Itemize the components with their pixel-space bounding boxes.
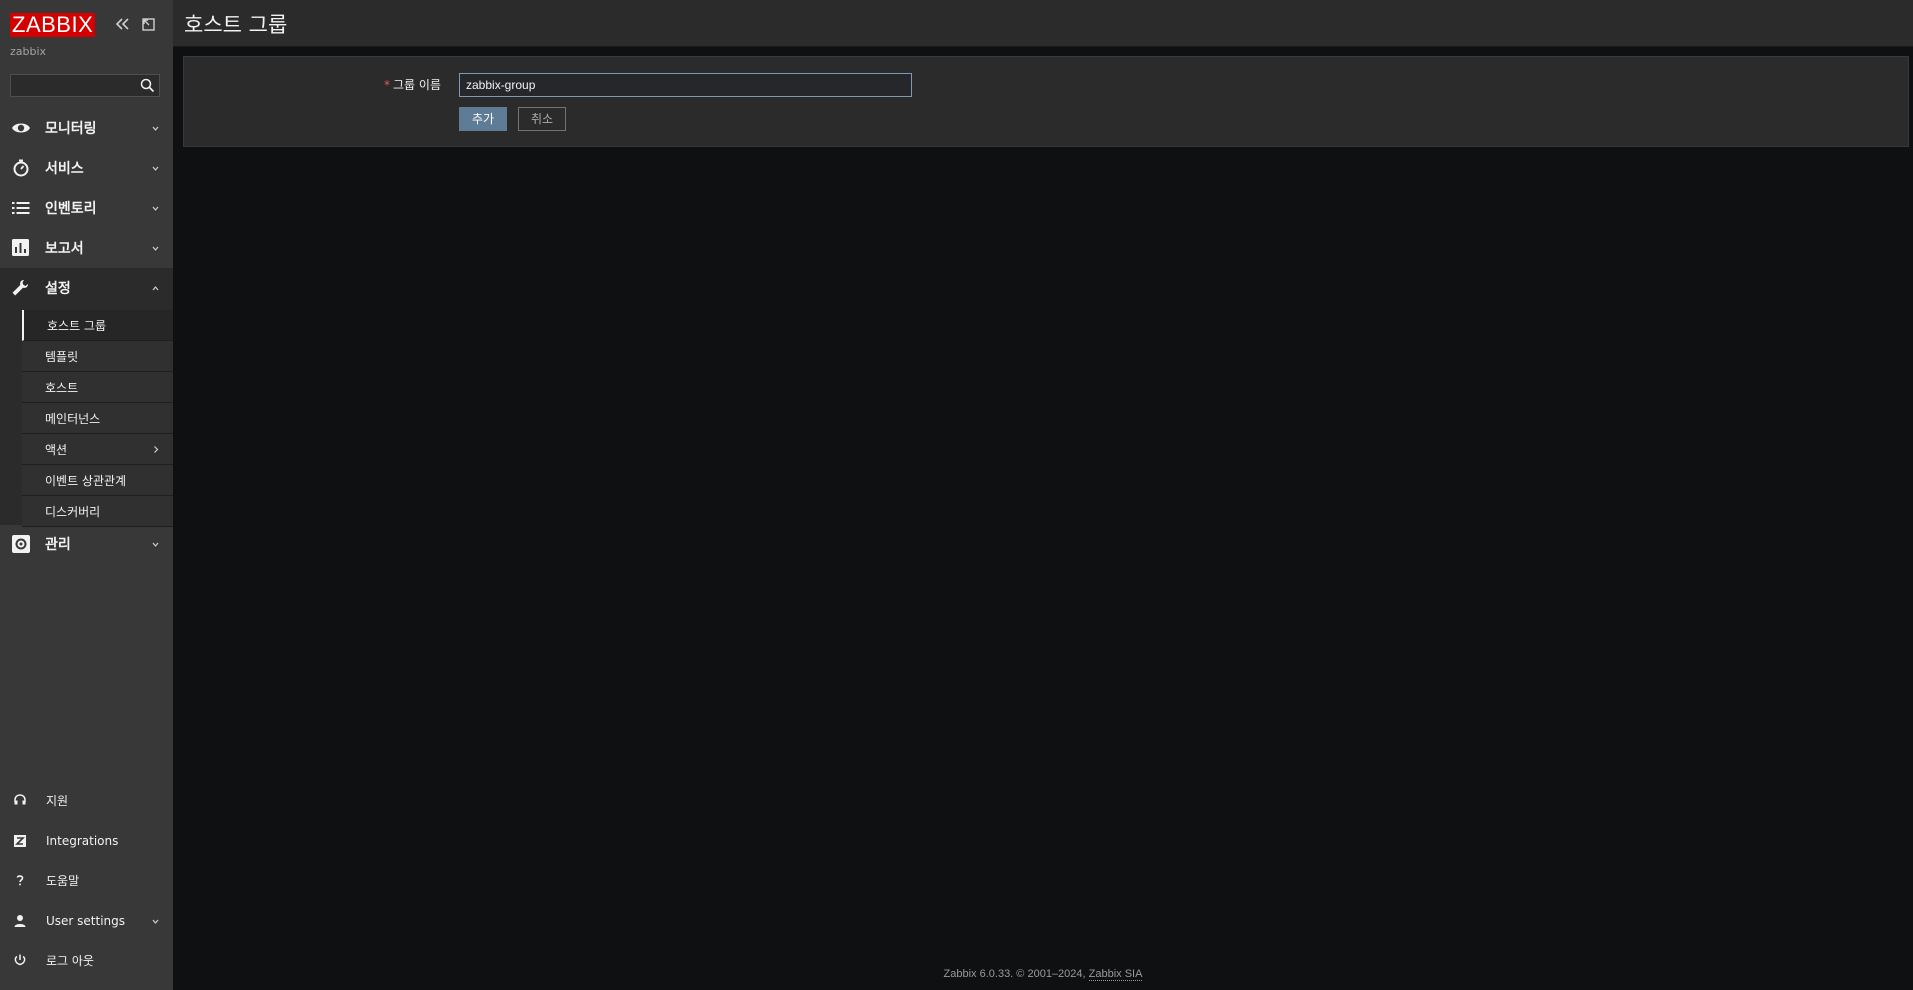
menu-item-integrations[interactable]: Integrations — [0, 823, 173, 859]
submenu-label: 호스트 그룹 — [47, 318, 107, 333]
menu-item-help[interactable]: 도움말 — [0, 862, 173, 898]
chevron-down-icon — [152, 166, 159, 171]
menu-item-reports[interactable]: 보고서 — [0, 228, 173, 268]
submenu-item-discovery[interactable]: 디스커버리 — [22, 496, 173, 527]
page-title: 호스트 그룹 — [184, 13, 288, 37]
page-header: 호스트 그룹 — [173, 0, 1913, 47]
submenu-label: 템플릿 — [45, 349, 79, 364]
menu-label: Integrations — [46, 834, 119, 848]
kiosk-mode-icon[interactable] — [140, 14, 158, 34]
menu-label: 설정 — [45, 281, 71, 297]
menu-label: 관리 — [45, 537, 71, 553]
menu-item-services[interactable]: 서비스 — [0, 148, 173, 188]
submenu-item-event-correlation[interactable]: 이벤트 상관관계 — [22, 465, 173, 496]
menu-item-inventory[interactable]: 인벤토리 — [0, 188, 173, 228]
menu-item-administration[interactable]: 관리 — [0, 524, 173, 564]
add-button[interactable]: 추가 — [459, 107, 507, 131]
logo-row: ZABBIX — [10, 13, 96, 37]
search-input[interactable] — [11, 75, 131, 96]
menu-label: 로그 아웃 — [46, 953, 94, 968]
group-name-label: * 그룹 이름 — [384, 76, 441, 93]
server-name: zabbix — [10, 45, 47, 58]
required-marker: * — [384, 78, 391, 92]
menu-item-configuration[interactable]: 설정 — [0, 268, 173, 308]
search-icon[interactable] — [140, 78, 155, 93]
group-name-input[interactable] — [459, 73, 912, 97]
submenu-item-hosts[interactable]: 호스트 — [22, 372, 173, 403]
integrations-icon — [14, 835, 26, 847]
chevron-up-icon — [152, 286, 159, 291]
menu-item-user-settings[interactable]: User settings — [0, 903, 173, 939]
submenu-label: 디스커버리 — [45, 504, 101, 519]
wrench-icon — [12, 280, 28, 296]
host-group-form: *그룹 이름 추가 취소 — [183, 56, 1909, 147]
list-icon — [12, 202, 30, 214]
submenu-label: 메인터넌스 — [45, 411, 101, 426]
chevron-right-icon — [154, 446, 159, 453]
group-name-label-text: 그룹 이름 — [393, 78, 441, 92]
menu-label: 도움말 — [46, 873, 80, 888]
cancel-button[interactable]: 취소 — [518, 107, 566, 131]
footer-text: Zabbix 6.0.33. © 2001–2024, — [943, 968, 1086, 980]
headset-icon — [14, 794, 26, 805]
sidebar: ZABBIX zabbix 모니터링 서비스 인벤토리 보고서 설정 호스트 그… — [0, 0, 173, 990]
chevron-down-icon — [152, 126, 159, 131]
submenu-item-templates[interactable]: 템플릿 — [22, 341, 173, 372]
bar-chart-icon — [12, 239, 29, 256]
submenu-label: 이벤트 상관관계 — [45, 473, 127, 488]
chevron-down-icon — [152, 246, 159, 251]
chevron-down-icon — [152, 919, 159, 924]
user-icon — [14, 915, 26, 927]
submenu-label: 호스트 — [45, 380, 79, 395]
menu-label: 모니터링 — [45, 121, 97, 137]
submenu-item-host-groups[interactable]: 호스트 그룹 — [22, 310, 173, 341]
submenu-item-actions[interactable]: 액션 — [22, 434, 173, 465]
question-icon — [16, 875, 24, 886]
collapse-sidebar-icon[interactable] — [114, 14, 132, 34]
menu-label: 보고서 — [45, 241, 84, 257]
menu-item-sign-out[interactable]: 로그 아웃 — [0, 942, 173, 978]
footer: Zabbix 6.0.33. © 2001–2024, Zabbix SIA — [173, 968, 1913, 981]
submenu-label: 액션 — [45, 442, 68, 457]
footer-link[interactable]: Zabbix SIA — [1088, 968, 1143, 981]
eye-icon — [12, 123, 30, 133]
menu-item-monitoring[interactable]: 모니터링 — [0, 108, 173, 148]
stopwatch-icon — [13, 159, 29, 177]
menu-item-support[interactable]: 지원 — [0, 782, 173, 818]
configuration-submenu: 호스트 그룹 템플릿 호스트 메인터넌스 액션 이벤트 상관관계 디스커버리 — [0, 308, 173, 527]
gear-icon — [12, 535, 30, 553]
menu-label: User settings — [46, 914, 126, 928]
power-icon — [14, 954, 26, 966]
menu-label: 지원 — [46, 793, 69, 808]
chevron-down-icon — [152, 542, 159, 547]
menu-label: 인벤토리 — [45, 201, 97, 217]
zabbix-logo[interactable]: ZABBIX — [10, 13, 96, 37]
menu-label: 서비스 — [45, 161, 84, 177]
submenu-item-maintenance[interactable]: 메인터넌스 — [22, 403, 173, 434]
search-box — [10, 74, 160, 97]
chevron-down-icon — [152, 206, 159, 211]
